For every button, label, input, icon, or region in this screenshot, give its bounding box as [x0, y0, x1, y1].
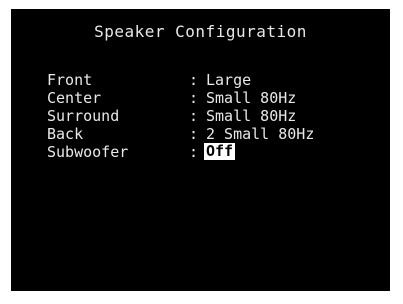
- osd-screen: Speaker Configuration Front : Large Cent…: [11, 9, 390, 291]
- setting-value[interactable]: Small 80Hz: [206, 107, 296, 125]
- setting-label: Surround: [47, 107, 120, 125]
- menu-title: Speaker Configuration: [94, 22, 307, 41]
- setting-value-selected[interactable]: Off: [204, 143, 236, 160]
- setting-value[interactable]: 2 Small 80Hz: [206, 125, 314, 143]
- setting-label: Front: [47, 71, 93, 89]
- setting-label: Center: [47, 89, 102, 107]
- setting-value[interactable]: Small 80Hz: [206, 89, 296, 107]
- separator: :: [189, 143, 199, 161]
- separator: :: [189, 71, 199, 89]
- separator: :: [189, 125, 199, 143]
- separator: :: [189, 89, 199, 107]
- setting-value[interactable]: Large: [206, 71, 251, 89]
- setting-label: Subwoofer: [47, 143, 129, 161]
- setting-label: Back: [47, 125, 84, 143]
- separator: :: [189, 107, 199, 125]
